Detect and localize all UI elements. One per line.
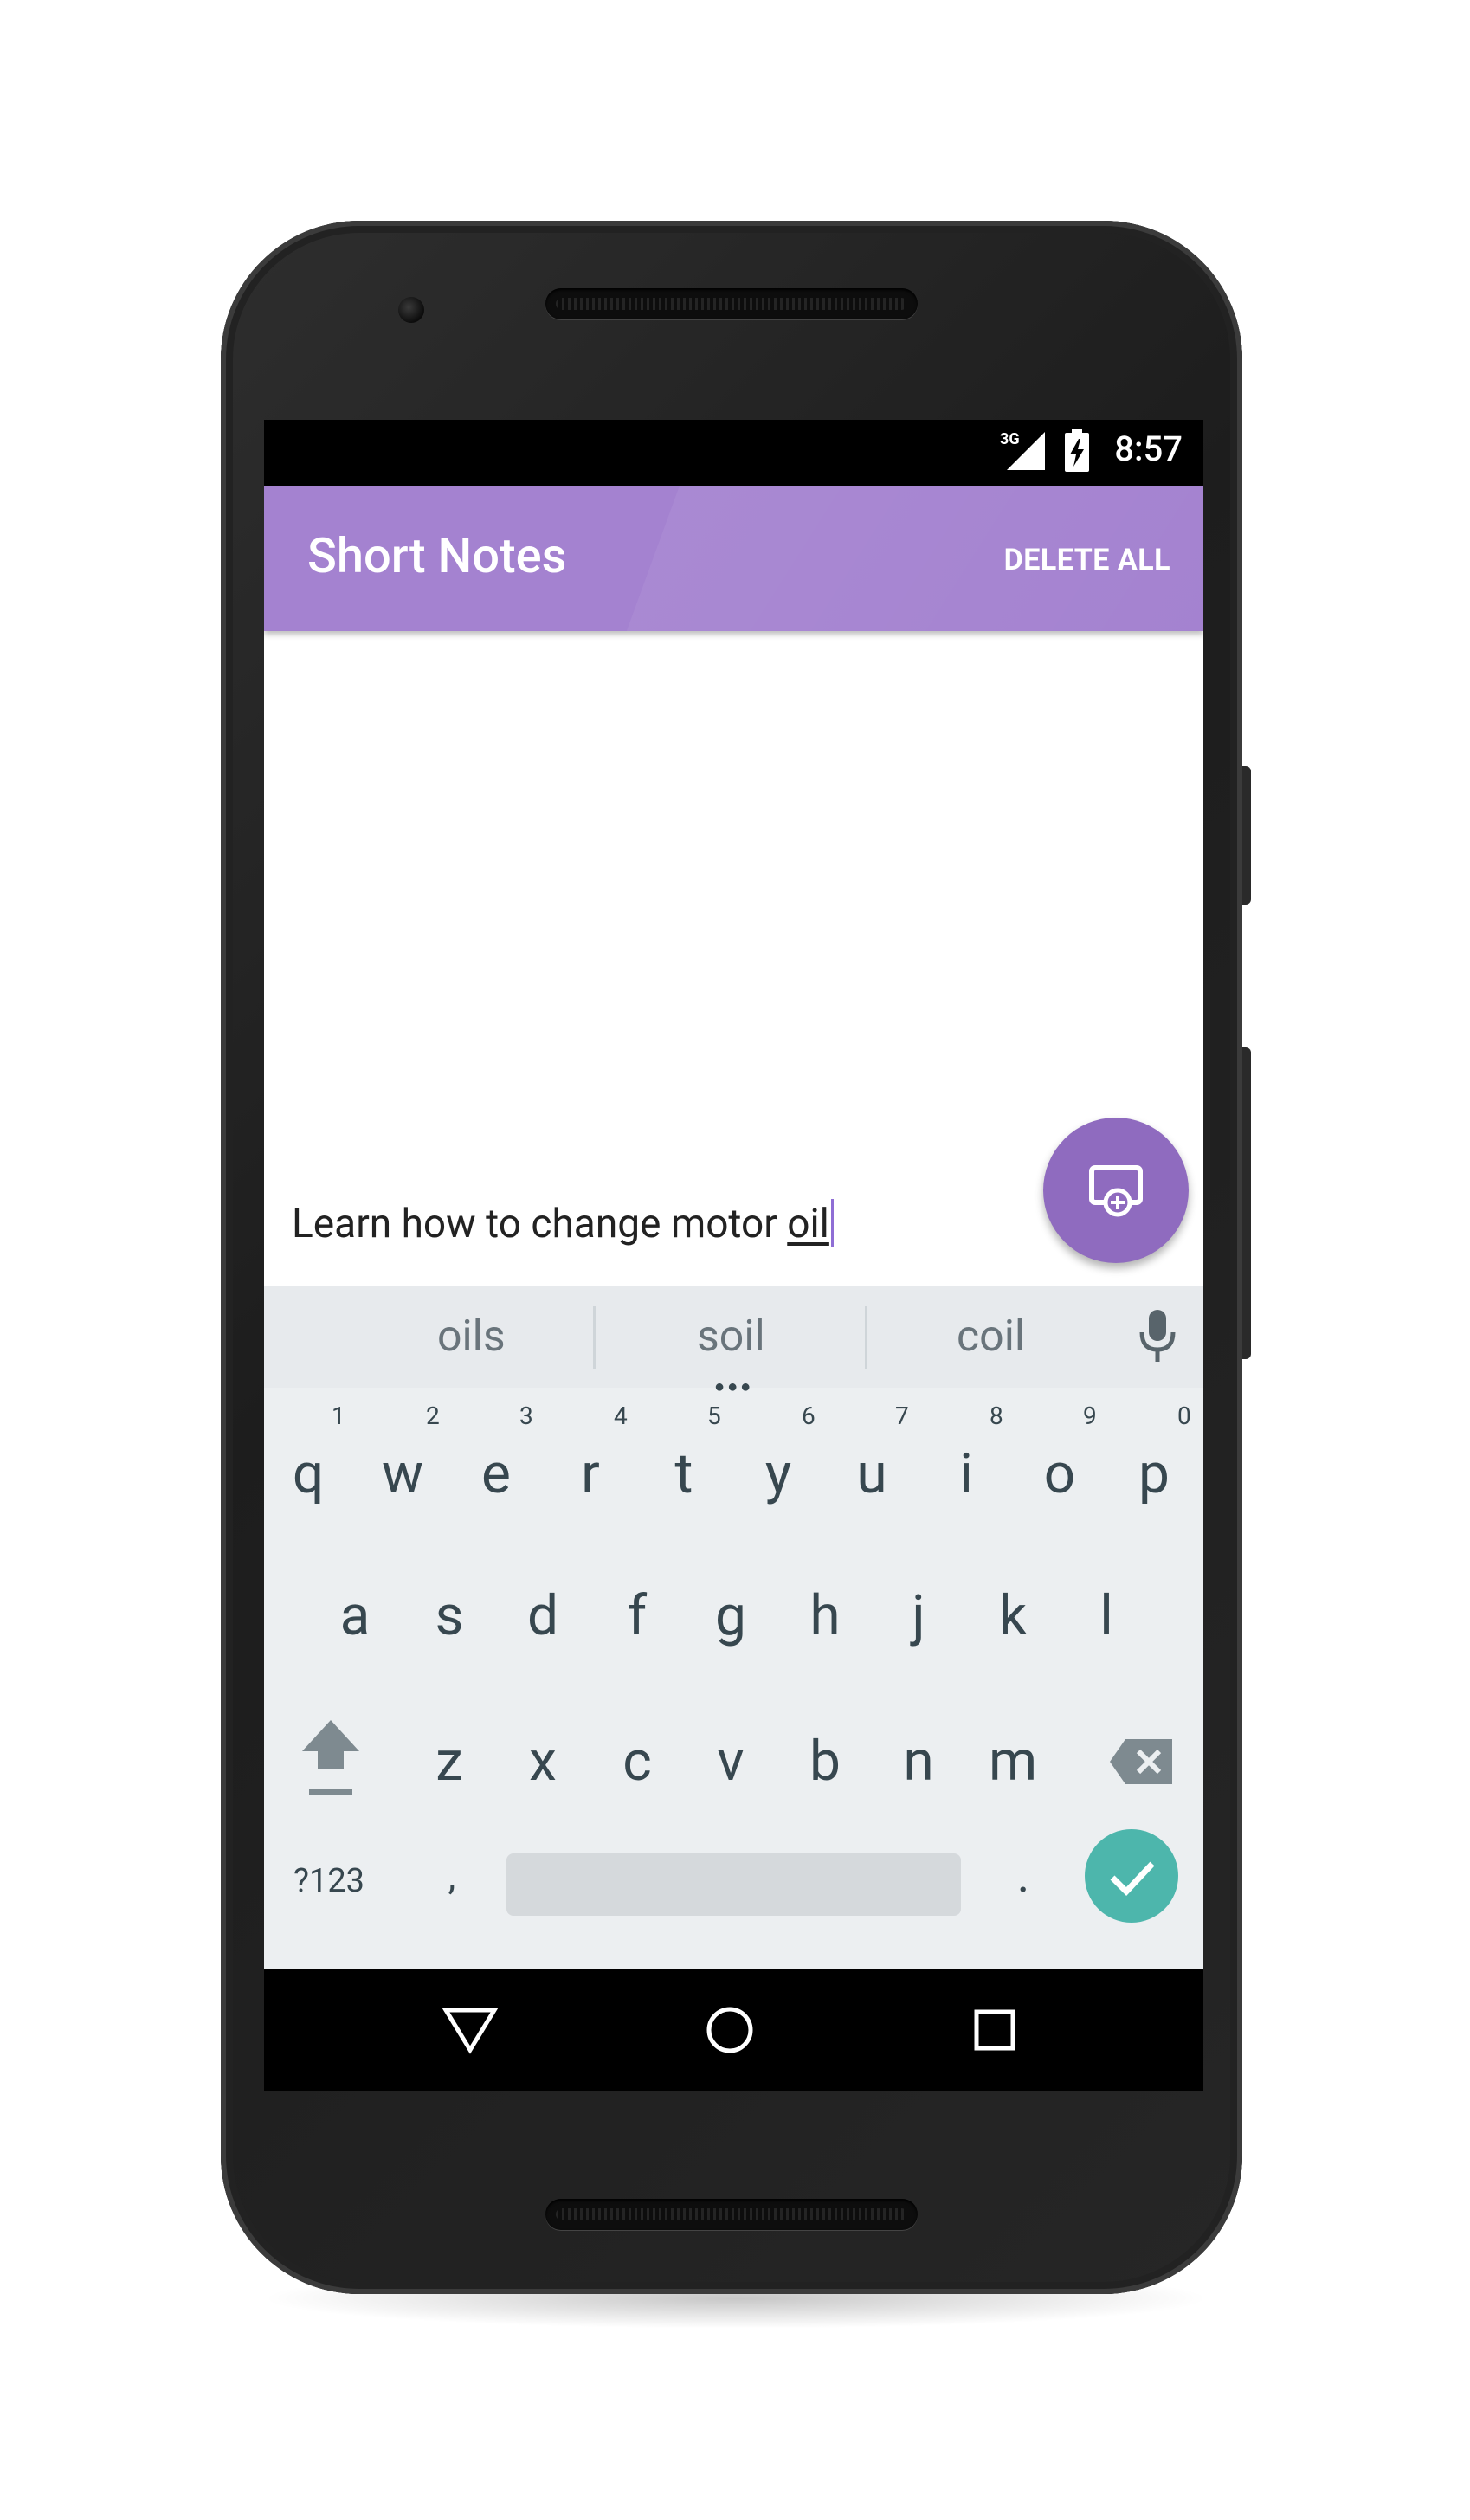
check-icon — [1110, 1861, 1155, 1897]
key-d[interactable]: d — [504, 1583, 582, 1648]
top-speaker — [545, 288, 918, 319]
key-hint: 0 — [1177, 1402, 1191, 1430]
key-a[interactable]: a — [316, 1583, 394, 1648]
recents-icon[interactable] — [974, 2009, 1015, 2051]
key-t[interactable]: t — [645, 1441, 723, 1506]
suggestion-3[interactable]: coil — [957, 1312, 1025, 1362]
key-hint: 3 — [519, 1402, 533, 1430]
suggestion-divider — [593, 1306, 596, 1369]
navigation-bar — [264, 1969, 1203, 2091]
screen: 3G 8:57 Short Notes DELETE ALL Learn how… — [264, 420, 1203, 2091]
key-l[interactable]: l — [1067, 1583, 1145, 1648]
key-z[interactable]: z — [410, 1729, 488, 1794]
add-to-screen-icon — [1089, 1165, 1143, 1217]
key-y[interactable]: y — [739, 1441, 817, 1506]
key-hint: 6 — [802, 1402, 816, 1430]
microphone-icon[interactable] — [1134, 1308, 1181, 1365]
key-k[interactable]: k — [974, 1583, 1052, 1648]
key-hint: 7 — [895, 1402, 909, 1430]
key-i[interactable]: i — [927, 1441, 1005, 1506]
key-hint: 2 — [426, 1402, 440, 1430]
suggestion-divider — [865, 1306, 867, 1369]
key-h[interactable]: h — [786, 1583, 864, 1648]
key-hint: 4 — [614, 1402, 628, 1430]
key-u[interactable]: u — [833, 1441, 911, 1506]
add-note-fab[interactable] — [1043, 1118, 1189, 1263]
key-s[interactable]: s — [410, 1583, 488, 1648]
volume-button — [1242, 766, 1251, 905]
key-hint: 5 — [707, 1402, 721, 1430]
app-title: Short Notes — [307, 527, 567, 584]
app-bar: Short Notes DELETE ALL — [264, 486, 1203, 631]
key-comma[interactable]: , — [413, 1853, 491, 1898]
more-suggestions-icon[interactable]: ●●● — [714, 1376, 753, 1397]
key-hint: 9 — [1083, 1402, 1097, 1430]
back-icon[interactable] — [442, 2006, 499, 2054]
note-input-text: Learn how to change motor — [292, 1201, 788, 1247]
backspace-icon[interactable] — [1108, 1737, 1174, 1786]
key-j[interactable]: j — [880, 1583, 957, 1648]
note-input[interactable]: Learn how to change motor oil — [292, 1199, 834, 1247]
suggestion-strip: oils soil coil ●●● — [264, 1286, 1203, 1396]
space-bar[interactable] — [506, 1853, 961, 1916]
front-camera — [398, 297, 424, 323]
key-hint: 8 — [990, 1402, 1003, 1430]
key-e[interactable]: e — [457, 1441, 535, 1506]
status-bar: 3G 8:57 — [264, 420, 1203, 486]
key-hint: 1 — [332, 1402, 345, 1430]
suggestion-2[interactable]: soil — [697, 1312, 765, 1362]
bottom-speaker — [545, 2199, 918, 2230]
clock: 8:57 — [1114, 429, 1183, 469]
key-g[interactable]: g — [692, 1583, 770, 1648]
suggestion-1[interactable]: oils — [437, 1312, 506, 1362]
key-o[interactable]: o — [1021, 1441, 1099, 1506]
key-p[interactable]: p — [1115, 1441, 1193, 1506]
key-b[interactable]: b — [786, 1729, 864, 1794]
text-cursor — [830, 1199, 834, 1247]
key-r[interactable]: r — [551, 1441, 629, 1506]
key-n[interactable]: n — [880, 1729, 957, 1794]
power-button — [1242, 1047, 1251, 1359]
signal-icon — [1007, 432, 1045, 470]
key-x[interactable]: x — [504, 1729, 582, 1794]
key-period[interactable]: . — [984, 1846, 1062, 1904]
home-icon[interactable] — [706, 2006, 754, 2054]
key-m[interactable]: m — [974, 1729, 1052, 1794]
delete-all-button[interactable]: DELETE ALL — [1004, 543, 1170, 577]
key-v[interactable]: v — [692, 1729, 770, 1794]
key-q[interactable]: q — [269, 1441, 347, 1506]
composing-word: oil — [787, 1201, 829, 1247]
soft-keyboard: oils soil coil ●●● q w e r t y u i o p 1… — [264, 1286, 1203, 1969]
done-button[interactable] — [1085, 1829, 1178, 1923]
symbols-key[interactable]: ?123 — [293, 1862, 364, 1900]
shift-icon[interactable] — [297, 1717, 364, 1796]
key-f[interactable]: f — [598, 1583, 676, 1648]
key-c[interactable]: c — [598, 1729, 676, 1794]
battery-charging-icon — [1065, 429, 1089, 472]
key-w[interactable]: w — [364, 1441, 442, 1506]
